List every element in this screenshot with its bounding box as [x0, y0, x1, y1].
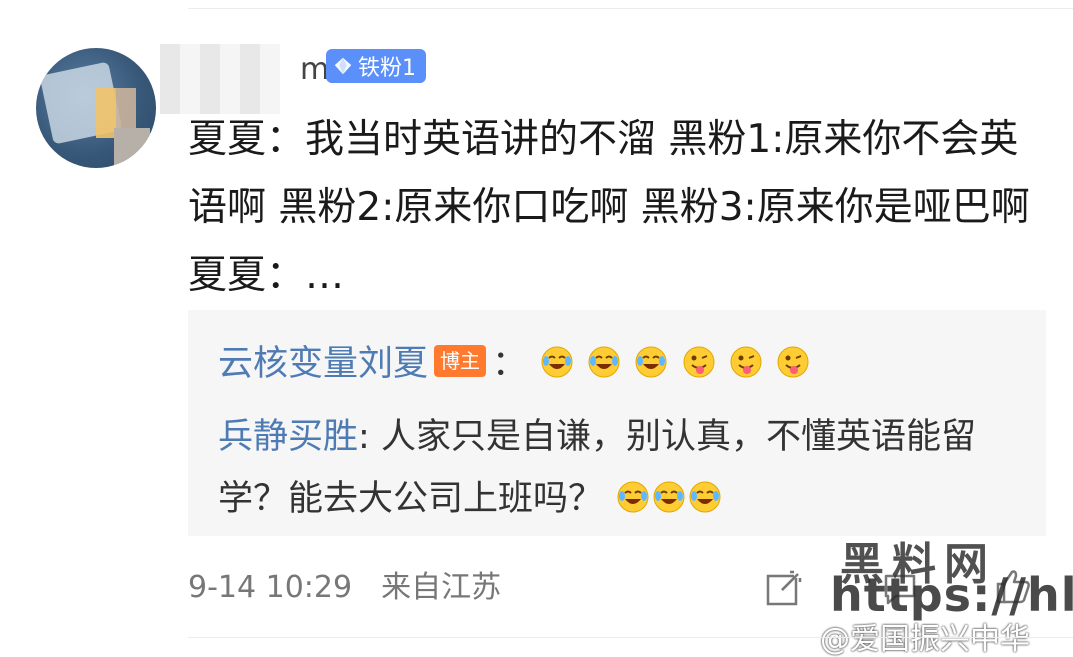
- tongue-out-emoji-icon: [777, 346, 809, 378]
- top-divider: [188, 8, 1073, 9]
- laugh-cry-emoji-icon: [635, 346, 667, 378]
- bottom-divider: [188, 637, 1073, 638]
- reply-author[interactable]: 兵静买胜: [218, 417, 358, 457]
- laugh-cry-emoji-icon: [653, 481, 685, 513]
- laugh-cry-emoji-icon: [689, 481, 721, 513]
- comment-date: 9-14 10:29: [188, 570, 353, 605]
- reply-item: 云核变量刘夏 博主：: [218, 338, 1028, 390]
- comment-meta: 9-14 10:29 来自江苏: [188, 568, 501, 608]
- reply-author[interactable]: 云核变量刘夏: [218, 344, 428, 384]
- emoji-group: [538, 344, 810, 384]
- weibo-comment-card: m 铁粉1 夏夏：我当时英语讲的不溜 黑粉1:原来你不会英语啊 黑粉2:原来你口…: [0, 0, 1073, 657]
- diamond-icon: [334, 57, 352, 75]
- laugh-cry-emoji-icon: [617, 481, 649, 513]
- comment-text: 夏夏：我当时英语讲的不溜 黑粉1:原来你不会英语啊 黑粉2:原来你口吃啊 黑粉3…: [188, 117, 1030, 298]
- watermark-weibo-handle: @爱国振兴中华: [820, 622, 1030, 657]
- blogger-badge: 博主: [434, 345, 487, 377]
- tongue-out-emoji-icon: [683, 346, 715, 378]
- laugh-cry-emoji-icon: [588, 346, 620, 378]
- reply-separator: ：: [492, 344, 528, 384]
- reply-item: 兵静买胜: 人家只是自谦，别认真，不懂英语能留学？能去大公司上班吗？: [218, 406, 1028, 530]
- fan-badge[interactable]: 铁粉1: [326, 49, 426, 83]
- reply-separator: :: [358, 417, 370, 457]
- tongue-out-emoji-icon: [730, 346, 762, 378]
- username[interactable]: m: [188, 52, 331, 88]
- laugh-cry-emoji-icon: [541, 346, 573, 378]
- comment-location: 来自江苏: [381, 570, 502, 605]
- reply-box[interactable]: 云核变量刘夏 博主： 兵静买胜: 人家只是自谦，别认真，不懂英语能留学？能去大公司…: [188, 310, 1046, 536]
- fan-badge-label: 铁粉1: [358, 56, 416, 81]
- share-icon[interactable]: [764, 568, 804, 608]
- avatar[interactable]: [36, 48, 156, 168]
